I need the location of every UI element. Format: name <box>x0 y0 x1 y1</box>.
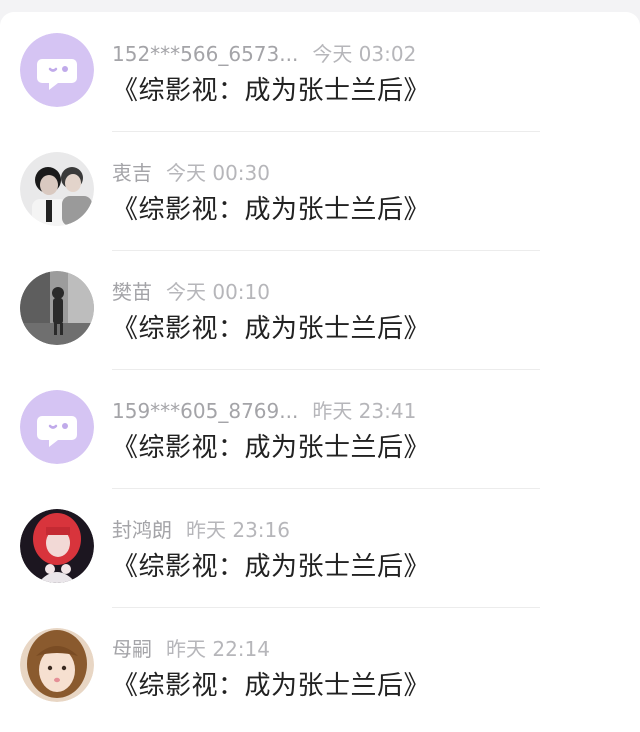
comment-row[interactable]: 樊苗 今天 00:10 《综影视：成为张士兰后》 <box>0 250 640 370</box>
comment-row[interactable]: 152***566_6573... 今天 03:02 《综影视：成为张士兰后》 <box>0 12 640 132</box>
username[interactable]: 母嗣 <box>112 637 152 661</box>
comment-meta: 母嗣 昨天 22:14 <box>112 635 270 663</box>
username[interactable]: 封鸿朗 <box>112 518 172 542</box>
comment-meta: 樊苗 今天 00:10 <box>112 278 270 306</box>
comment-text: 《综影视：成为张士兰后》 <box>112 314 431 344</box>
comment-row[interactable]: 衷吉 今天 00:30 《综影视：成为张士兰后》 <box>0 131 640 251</box>
timestamp: 今天 03:02 <box>312 42 417 66</box>
default-chat-avatar-icon[interactable] <box>20 390 94 464</box>
default-chat-avatar-icon[interactable] <box>20 33 94 107</box>
username[interactable]: 159***605_8769... <box>112 399 298 423</box>
avatar[interactable] <box>20 271 94 345</box>
comment-row[interactable]: 母嗣 昨天 22:14 《综影视：成为张士兰后》 <box>0 607 640 727</box>
avatar[interactable] <box>20 509 94 583</box>
comment-meta: 封鸿朗 昨天 23:16 <box>112 516 290 544</box>
comment-meta: 衷吉 今天 00:30 <box>112 159 270 187</box>
username[interactable]: 樊苗 <box>112 280 152 304</box>
timestamp: 昨天 22:14 <box>166 637 270 661</box>
avatar[interactable] <box>20 152 94 226</box>
comment-text: 《综影视：成为张士兰后》 <box>112 552 431 582</box>
avatar[interactable] <box>20 628 94 702</box>
comment-row[interactable]: 封鸿朗 昨天 23:16 《综影视：成为张士兰后》 <box>0 488 640 608</box>
comment-row[interactable]: 159***605_8769... 昨天 23:41 《综影视：成为张士兰后》 <box>0 369 640 489</box>
timestamp: 今天 00:30 <box>166 161 270 185</box>
comment-meta: 159***605_8769... 昨天 23:41 <box>112 397 416 425</box>
comment-meta: 152***566_6573... 今天 03:02 <box>112 40 416 68</box>
timestamp: 昨天 23:41 <box>312 399 417 423</box>
comment-text: 《综影视：成为张士兰后》 <box>112 433 431 463</box>
comment-text: 《综影视：成为张士兰后》 <box>112 195 431 225</box>
timestamp: 今天 00:10 <box>166 280 270 304</box>
username[interactable]: 衷吉 <box>112 161 152 185</box>
username[interactable]: 152***566_6573... <box>112 42 298 66</box>
top-background-strip <box>0 0 640 12</box>
comment-list-card: 152***566_6573... 今天 03:02 《综影视：成为张士兰后》 <box>0 12 640 732</box>
comment-text: 《综影视：成为张士兰后》 <box>112 671 431 701</box>
timestamp: 昨天 23:16 <box>186 518 290 542</box>
comment-text: 《综影视：成为张士兰后》 <box>112 76 431 106</box>
